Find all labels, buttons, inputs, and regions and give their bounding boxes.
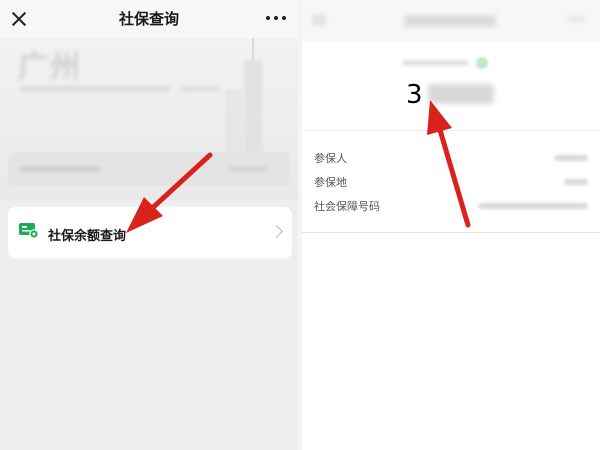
city-name: 广州 [18,50,82,85]
balance-amount: 3 [406,80,423,110]
blurred-back-icon[interactable] [312,14,326,26]
info-row-social-security-number: 社会保障号码 [302,194,600,218]
right-screen: 3 参保人 参保地 社会保障号码 [302,0,600,450]
top-bar [302,0,600,42]
info-row-insured-place: 参保地 [302,170,600,194]
info-label: 参保人 [314,152,347,165]
blurred-text [20,86,170,92]
page-title: 社保查询 [118,10,179,28]
menu-item-label: 社保余额查询 [48,229,127,244]
blurred-value [554,155,588,161]
info-row-insured-person: 参保人 [302,146,600,170]
top-bar: 社保查询 [0,0,298,38]
info-label: 社会保障号码 [314,200,380,213]
blurred-value [564,179,588,185]
blurred-more-icon[interactable] [568,16,586,22]
blurred-value [478,203,588,209]
blurred-text [180,86,220,92]
divider [302,130,600,131]
more-icon[interactable] [266,14,286,22]
tower-illustration [252,38,254,62]
blurred-title [404,15,496,27]
social-security-balance-query-item[interactable]: 社保余额查询 [8,207,292,259]
status-badge [476,57,488,69]
left-screen: 社保查询 广州 社保余额查询 [0,0,298,450]
divider [302,232,600,233]
info-label: 参保地 [314,176,347,189]
blurred-balance-digits [428,84,494,104]
blurred-date [402,60,468,66]
card-icon [19,223,39,239]
chevron-right-icon [270,225,283,238]
